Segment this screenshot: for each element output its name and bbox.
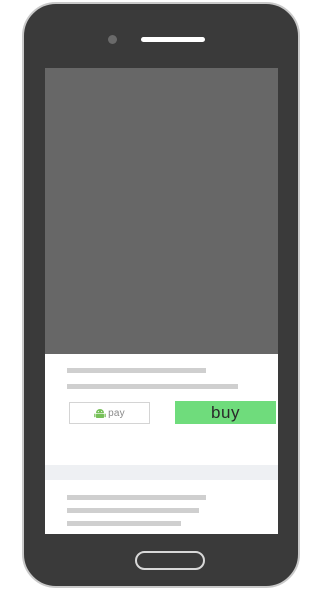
buy-button[interactable]: buy [175,401,276,424]
android-pay-button[interactable]: pay [69,402,150,424]
hero-image-placeholder [45,68,278,354]
android-pay-label: pay [108,407,125,419]
speaker-grille [141,37,205,42]
title-placeholder-line [67,368,206,373]
android-icon [94,409,106,418]
section-divider [45,465,278,480]
text-placeholder-line-2 [67,508,199,513]
home-button[interactable] [135,551,205,570]
phone-screen: pay buy [45,68,278,534]
subtitle-placeholder-line [67,384,238,389]
text-placeholder-line-3 [67,521,181,526]
buy-button-label: buy [211,402,240,422]
phone-frame: pay buy [22,2,300,588]
camera-icon [108,35,117,44]
text-placeholder-line-1 [67,495,206,500]
